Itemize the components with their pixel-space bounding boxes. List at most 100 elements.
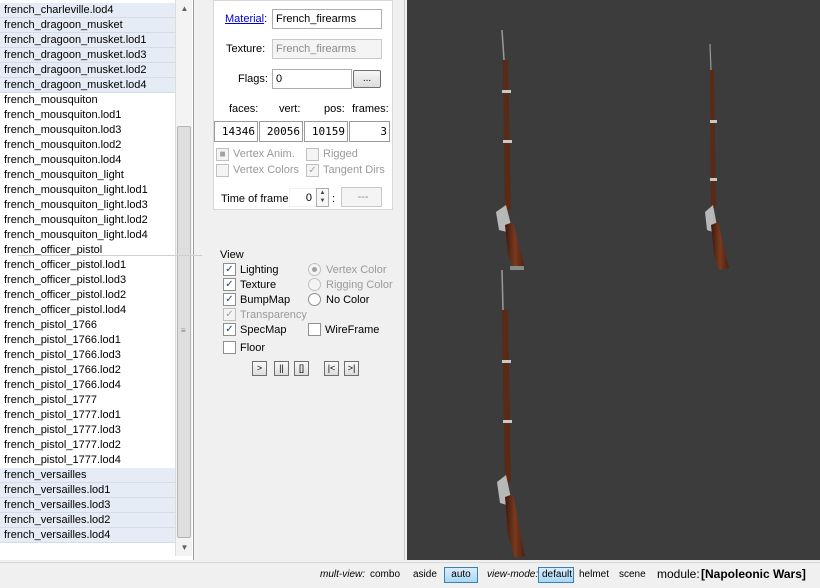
list-item[interactable]: french_dragoon_musket.lod1: [0, 33, 175, 48]
frames-label: frames:: [352, 103, 389, 115]
vertex-colors-checkbox: [216, 164, 229, 177]
list-item[interactable]: french_mousquiton_light.lod4: [0, 228, 175, 243]
tangent-dirs-label: Tangent Dirs: [323, 164, 385, 176]
rigged-label: Rigged: [323, 148, 358, 160]
musket-model-2: [705, 43, 729, 270]
vertex-color-label: Vertex Color: [326, 264, 387, 276]
pos-label: pos:: [324, 103, 345, 115]
view-mode-default[interactable]: default: [538, 567, 574, 583]
vertex-color-radio: [308, 263, 321, 276]
musket-model-1: [496, 29, 525, 270]
view-group: [18, 255, 202, 385]
flags-browse-button[interactable]: ...: [353, 70, 381, 88]
texture-view-label: Texture: [240, 279, 277, 291]
last-frame-button[interactable]: >|: [344, 361, 359, 376]
material-colon: :: [264, 13, 268, 25]
material-label[interactable]: Material:: [225, 13, 267, 25]
view-mode-helmet[interactable]: helmet: [579, 569, 609, 580]
app-window: french_charleville.lod4 french_dragoon_mu…: [0, 0, 820, 588]
list-item[interactable]: french_pistol_1777: [0, 393, 175, 408]
spin-down-icon[interactable]: ▼: [317, 197, 328, 205]
list-item[interactable]: french_mousquiton: [0, 93, 175, 108]
faces-label: faces:: [229, 103, 259, 115]
musket-models: [496, 29, 729, 558]
rigged-checkbox: [306, 148, 319, 161]
time-of-frame-spinner[interactable]: ▲ ▼: [316, 188, 329, 207]
spin-up-icon[interactable]: ▲: [317, 189, 328, 197]
scroll-down-icon[interactable]: ▼: [176, 539, 193, 556]
list-item[interactable]: french_pistol_1777.lod1: [0, 408, 175, 423]
wireframe-label: WireFrame: [325, 324, 380, 336]
bumpmap-label: BumpMap: [240, 294, 291, 306]
list-item[interactable]: french_dragoon_musket.lod3: [0, 48, 175, 63]
material-input[interactable]: French_firearms: [272, 9, 382, 29]
texture-label: Texture:: [226, 43, 266, 55]
lighting-label: Lighting: [240, 264, 279, 276]
specmap-checkbox[interactable]: ✓: [223, 323, 236, 336]
stop-button[interactable]: []: [294, 361, 309, 376]
tangent-dirs-checkbox: ✓: [306, 164, 319, 177]
time-colon: :: [332, 193, 336, 205]
module-label: module:: [657, 567, 700, 581]
pause-button[interactable]: ||: [274, 361, 289, 376]
flags-input[interactable]: 0: [272, 69, 352, 89]
list-item[interactable]: french_pistol_1777.lod4: [0, 453, 175, 468]
list-item[interactable]: french_mousquiton_light: [0, 168, 175, 183]
specmap-label: SpecMap: [240, 324, 287, 336]
multi-view-auto[interactable]: auto: [444, 567, 478, 583]
no-color-radio[interactable]: [308, 293, 321, 306]
list-item[interactable]: french_mousquiton_light.lod2: [0, 213, 175, 228]
floor-label: Floor: [240, 342, 266, 354]
lighting-checkbox[interactable]: ✓: [223, 263, 236, 276]
module-value: [Napoleonic Wars]: [701, 567, 806, 581]
faces-value: 14346: [214, 121, 258, 142]
list-item[interactable]: french_mousquiton.lod2: [0, 138, 175, 153]
list-item[interactable]: french_versailles.lod4: [0, 528, 175, 543]
multi-view-aside[interactable]: aside: [413, 569, 437, 580]
vertex-anim-checkbox: ■: [216, 148, 229, 161]
frames-value: 3: [349, 121, 390, 142]
multi-view-combo[interactable]: combo: [370, 569, 400, 580]
list-item[interactable]: french_versailles: [0, 468, 175, 483]
wireframe-checkbox[interactable]: [308, 323, 321, 336]
view-mode-scene[interactable]: scene: [619, 569, 646, 580]
rigging-color-radio: [308, 278, 321, 291]
list-item[interactable]: french_versailles.lod1: [0, 483, 175, 498]
no-color-label: No Color: [326, 294, 370, 306]
texture-input: French_firearms: [272, 39, 382, 59]
model-viewport[interactable]: [407, 0, 820, 560]
list-item[interactable]: french_mousquiton_light.lod3: [0, 198, 175, 213]
list-item[interactable]: french_dragoon_musket.lod4: [0, 78, 175, 93]
vert-label: vert:: [279, 103, 301, 115]
list-item[interactable]: french_mousquiton_light.lod1: [0, 183, 175, 198]
view-mode-label: view-mode:: [487, 569, 539, 580]
vertex-anim-label: Vertex Anim.: [233, 148, 295, 160]
bumpmap-checkbox[interactable]: ✓: [223, 293, 236, 306]
list-item[interactable]: french_pistol_1777.lod2: [0, 438, 175, 453]
transparency-label: Transparency: [240, 309, 307, 321]
vertex-colors-label: Vertex Colors: [233, 164, 300, 176]
first-frame-button[interactable]: |<: [324, 361, 339, 376]
list-item[interactable]: french_mousquiton.lod3: [0, 123, 175, 138]
pos-value: 10159: [304, 121, 348, 142]
list-item[interactable]: french_versailles.lod2: [0, 513, 175, 528]
list-item[interactable]: french_charleville.lod4: [0, 3, 175, 18]
list-item[interactable]: french_pistol_1777.lod3: [0, 423, 175, 438]
time-of-frame-label: Time of frame: [221, 193, 289, 205]
list-item[interactable]: french_mousquiton.lod4: [0, 153, 175, 168]
scroll-up-icon[interactable]: ▲: [176, 0, 193, 17]
vert-value: 20056: [259, 121, 303, 142]
list-item[interactable]: french_versailles.lod3: [0, 498, 175, 513]
transparency-checkbox: ✓: [223, 308, 236, 321]
status-bar: mult-view: combo aside auto view-mode: d…: [0, 562, 820, 588]
list-item[interactable]: french_dragoon_musket.lod2: [0, 63, 175, 78]
texture-checkbox[interactable]: ✓: [223, 278, 236, 291]
musket-model-3: [497, 269, 525, 558]
time-of-frame-input[interactable]: 0: [289, 188, 317, 207]
list-item[interactable]: french_mousquiton.lod1: [0, 108, 175, 123]
material-link[interactable]: Material: [225, 13, 264, 25]
play-button[interactable]: >: [252, 361, 267, 376]
list-item[interactable]: french_dragoon_musket: [0, 18, 175, 33]
floor-checkbox[interactable]: [223, 341, 236, 354]
multi-view-label: mult-view:: [320, 569, 366, 580]
